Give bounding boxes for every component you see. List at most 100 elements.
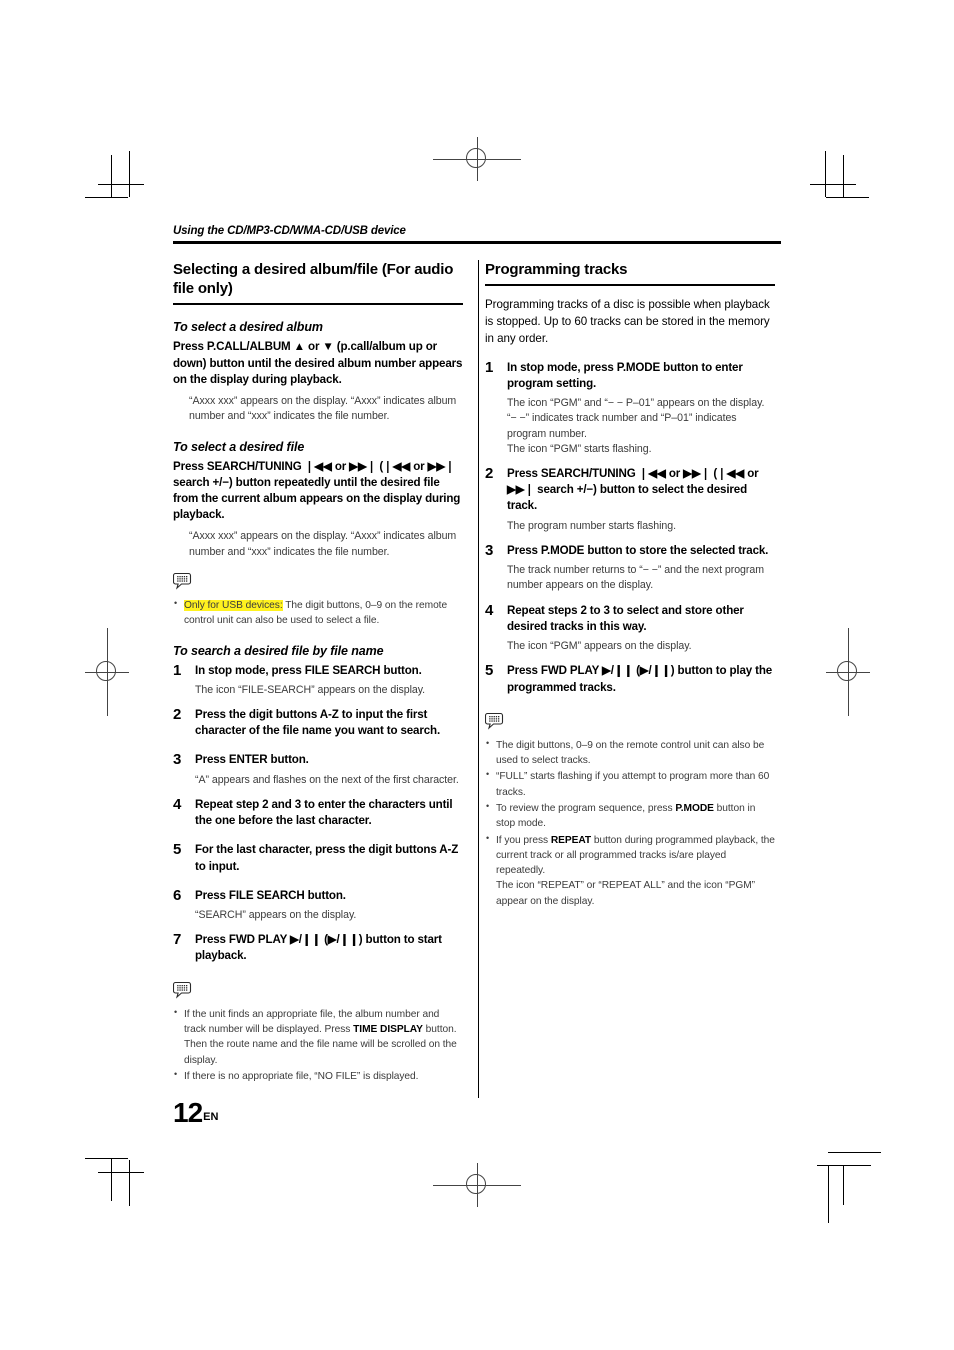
step-instruction: Press FILE SEARCH button. (195, 888, 346, 902)
note-text-pre: If you press (496, 834, 551, 846)
step-number: 7 (173, 931, 182, 949)
page-number-value: 12 (173, 1097, 203, 1128)
step-number: 5 (173, 841, 182, 859)
registration-mark-top-center (433, 137, 521, 181)
step-detail: The program number starts flashing. (507, 519, 677, 532)
step-instruction: In stop mode, press P.MODE button to ent… (507, 360, 743, 390)
step-detail: “SEARCH” appears on the display. (195, 908, 357, 921)
note-bubble-icon (172, 981, 463, 1004)
note-text-pre: If there is no appropriate file, “NO FIL… (184, 1070, 419, 1082)
step-item: 5 For the last character, press the digi… (173, 842, 463, 878)
crop-mark-top-right-inner-h (810, 184, 856, 185)
step-number: 3 (173, 751, 182, 769)
step-number: 2 (173, 705, 182, 723)
note-block-programming: The digit buttons, 0–9 on the remote con… (484, 712, 775, 909)
registration-mark-right-center (826, 628, 870, 716)
note-text-bold: REPEAT (550, 834, 592, 846)
step-instruction: Press ENTER button. (195, 753, 309, 767)
crop-mark-bottom-left-inner-v (129, 1160, 130, 1206)
header-rule (173, 241, 781, 244)
detail-select-file: “Axxx xxx” appears on the display. “Axxx… (189, 530, 457, 558)
crop-mark-bottom-right-inner-v (843, 1165, 844, 1205)
note-bubble-icon (484, 712, 775, 735)
step-detail: The icon “PGM” appears on the display. (507, 640, 692, 653)
note-text-post-secondary: The icon “REPEAT” or “REPEAT ALL” and th… (496, 880, 755, 907)
step-detail: The track number returns to “− −” and th… (507, 564, 764, 592)
registration-mark-bottom-center (433, 1163, 521, 1207)
step-number: 1 (173, 661, 182, 679)
step-item: 1 In stop mode, press P.MODE button to e… (485, 358, 775, 457)
detail-select-album: “Axxx xxx” appears on the display. “Axxx… (189, 395, 457, 423)
right-section-rule (485, 284, 775, 287)
step-number: 4 (173, 795, 182, 813)
note-item: The digit buttons, 0–9 on the remote con… (485, 737, 775, 769)
registration-mark-left-center (85, 628, 129, 716)
step-detail: The icon “PGM” and “− − P–01” appears on… (507, 397, 765, 440)
page-number: 12EN (173, 1097, 218, 1129)
step-instruction: Press the digit buttons A-Z to input the… (195, 707, 441, 738)
step-instruction: Repeat step 2 and 3 to enter the charact… (195, 797, 453, 828)
step-detail-secondary: The icon “PGM” starts flashing. (507, 442, 652, 455)
step-item: 1 In stop mode, press FILE SEARCH button… (173, 661, 463, 698)
step-number: 4 (485, 601, 494, 619)
step-item: 3 Press ENTER button. “A” appears and fl… (173, 752, 463, 787)
step-item: 2 Press the digit buttons A-Z to input t… (173, 705, 463, 743)
subsection-title-select-file: To select a desired file (173, 439, 305, 454)
step-instruction: Press P.MODE button to store the selecte… (507, 543, 769, 557)
step-number: 5 (485, 662, 494, 680)
note-text-bold: TIME DISPLAY (353, 1023, 423, 1035)
page-content: Using the CD/MP3-CD/WMA-CD/USB device Se… (172, 225, 781, 1098)
step-instruction: Press FWD PLAY ▶/❙❙ (▶/❙❙) button to pla… (507, 664, 773, 694)
step-number: 2 (485, 465, 494, 483)
subsection-title-search-file: To search a desired file by file name (173, 643, 384, 658)
step-item: 6 Press FILE SEARCH button. “SEARCH” app… (173, 886, 463, 923)
note-list-select-file: Only for USB devices: The digit buttons,… (173, 597, 463, 629)
note-list-search-file: If the unit finds an appropriate file, t… (173, 1006, 463, 1084)
crop-mark-top-right-outer-h (826, 197, 869, 198)
note-item: If there is no appropriate file, “NO FIL… (173, 1068, 463, 1084)
step-instruction: Press FWD PLAY ▶/❙❙ (▶/❙❙) button to sta… (195, 933, 442, 963)
crop-mark-top-left-outer-h (85, 197, 128, 198)
note-item: If the unit finds an appropriate file, t… (173, 1006, 463, 1068)
step-number: 3 (485, 541, 494, 559)
note-list-programming: The digit buttons, 0–9 on the remote con… (485, 737, 775, 909)
step-item: 3 Press P.MODE button to store the selec… (485, 543, 775, 594)
step-instruction: For the last character, press the digit … (195, 843, 459, 873)
left-section-title: Selecting a desired album/file (For audi… (173, 261, 454, 298)
step-instruction: In stop mode, press FILE SEARCH button. (195, 663, 422, 677)
crop-mark-top-left-outer-v (111, 155, 112, 198)
crop-mark-top-right-outer-v (843, 155, 844, 198)
note-block-search-file: If the unit finds an appropriate file, t… (172, 981, 463, 1084)
step-item: 4 Repeat steps 2 to 3 to select and stor… (485, 601, 775, 655)
crop-mark-bottom-left-outer-h (85, 1158, 128, 1159)
note-text-bold: P.MODE (675, 802, 714, 814)
step-instruction: Repeat steps 2 to 3 to select and store … (507, 603, 744, 633)
crop-mark-top-right-inner-v (825, 151, 826, 197)
page-number-lang: EN (203, 1111, 219, 1123)
step-item: 5 Press FWD PLAY ▶/❙❙ (▶/❙❙) button to p… (485, 663, 775, 699)
note-item: “FULL” starts flashing if you attempt to… (485, 768, 775, 800)
left-section-rule (173, 303, 463, 306)
step-detail: “A” appears and flashes on the next of t… (195, 773, 459, 786)
right-column: Programming tracks Programming tracks of… (484, 260, 775, 919)
crop-mark-top-left-inner-v (129, 151, 130, 197)
subsection-title-select-album: To select a desired album (173, 320, 323, 335)
note-bubble-icon (172, 572, 463, 595)
crop-mark-bottom-right-inner-h (817, 1165, 871, 1166)
instruction-select-file: Press SEARCH/TUNING ❘◀◀ or ▶▶❘ (❘◀◀ or ▶… (173, 459, 461, 522)
right-section-title: Programming tracks (485, 261, 628, 278)
note-item: To review the program sequence, press P.… (485, 800, 775, 832)
column-divider (478, 260, 479, 1098)
note-text-pre: “FULL” starts flashing if you attempt to… (496, 771, 770, 798)
running-head: Using the CD/MP3-CD/WMA-CD/USB device (173, 225, 406, 237)
step-number: 1 (485, 358, 494, 376)
step-instruction: Press SEARCH/TUNING ❘◀◀ or ▶▶❘ (❘◀◀ or ▶… (507, 467, 759, 513)
note-text-pre: The digit buttons, 0–9 on the remote con… (496, 739, 765, 767)
note-block-select-file: Only for USB devices: The digit buttons,… (172, 572, 463, 629)
two-column-layout: Selecting a desired album/file (For audi… (172, 260, 781, 1098)
right-section-intro: Programming tracks of a disc is possible… (485, 298, 770, 345)
step-detail: The icon “FILE-SEARCH” appears on the di… (195, 683, 426, 696)
crop-mark-top-left-inner-h (98, 184, 144, 185)
note-text-pre: To review the program sequence, press (496, 802, 676, 814)
step-number: 6 (173, 886, 182, 904)
